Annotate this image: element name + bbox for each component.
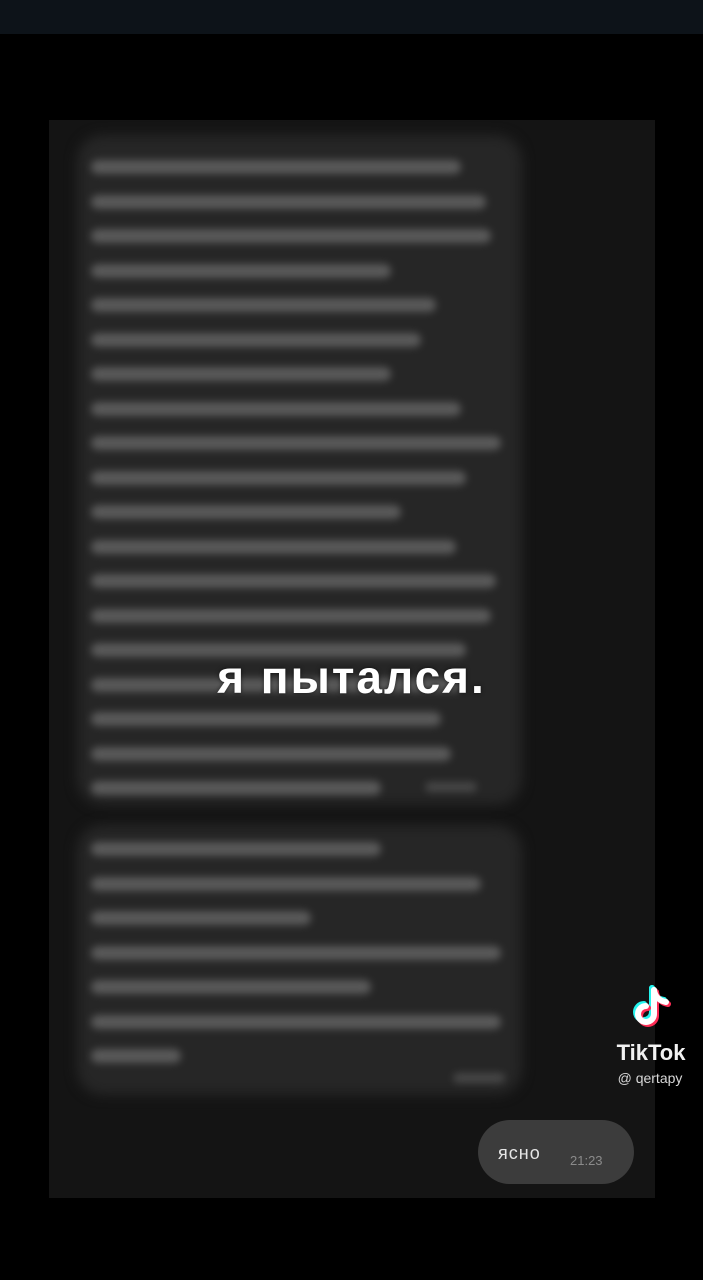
tiktok-note-icon	[624, 982, 676, 1034]
blurred-text-line	[91, 574, 496, 588]
blurred-text-line	[91, 194, 486, 209]
blurred-text-line	[91, 1049, 181, 1063]
status-bar	[0, 0, 703, 34]
blurred-text-line	[91, 436, 501, 450]
blurred-text-line	[91, 332, 421, 347]
blurred-text-line	[91, 842, 381, 856]
message-text: ясно	[498, 1143, 541, 1163]
blurred-text-line	[91, 781, 381, 795]
blurred-text-line	[91, 263, 391, 278]
blurred-text-line	[91, 367, 391, 381]
blurred-text-line	[91, 539, 456, 554]
blurred-text-line	[91, 945, 501, 960]
blurred-timestamp	[425, 782, 477, 792]
blurred-text-line	[91, 401, 461, 416]
blurred-text-line	[91, 1014, 501, 1029]
blurred-text-line	[91, 160, 461, 174]
blurred-timestamp	[453, 1073, 505, 1083]
blurred-text-line	[91, 608, 491, 623]
blurred-text-line	[91, 712, 441, 726]
blurred-text-line	[91, 746, 451, 761]
outgoing-message-bubble: ясно 21:23	[478, 1120, 634, 1184]
overlay-caption: я пытался.	[217, 651, 486, 703]
blurred-text-line	[91, 505, 401, 519]
blurred-text-line	[91, 876, 481, 891]
blurred-text-line	[91, 911, 311, 925]
tiktok-wordmark: TikTok	[616, 1040, 686, 1065]
blurred-text-line	[91, 229, 491, 243]
message-time: 21:23	[570, 1153, 603, 1168]
blurred-text-line	[91, 980, 371, 994]
creator-handle: @ qertapy	[617, 1070, 683, 1086]
blurred-text-line	[91, 298, 436, 312]
blurred-text-line	[91, 470, 466, 485]
